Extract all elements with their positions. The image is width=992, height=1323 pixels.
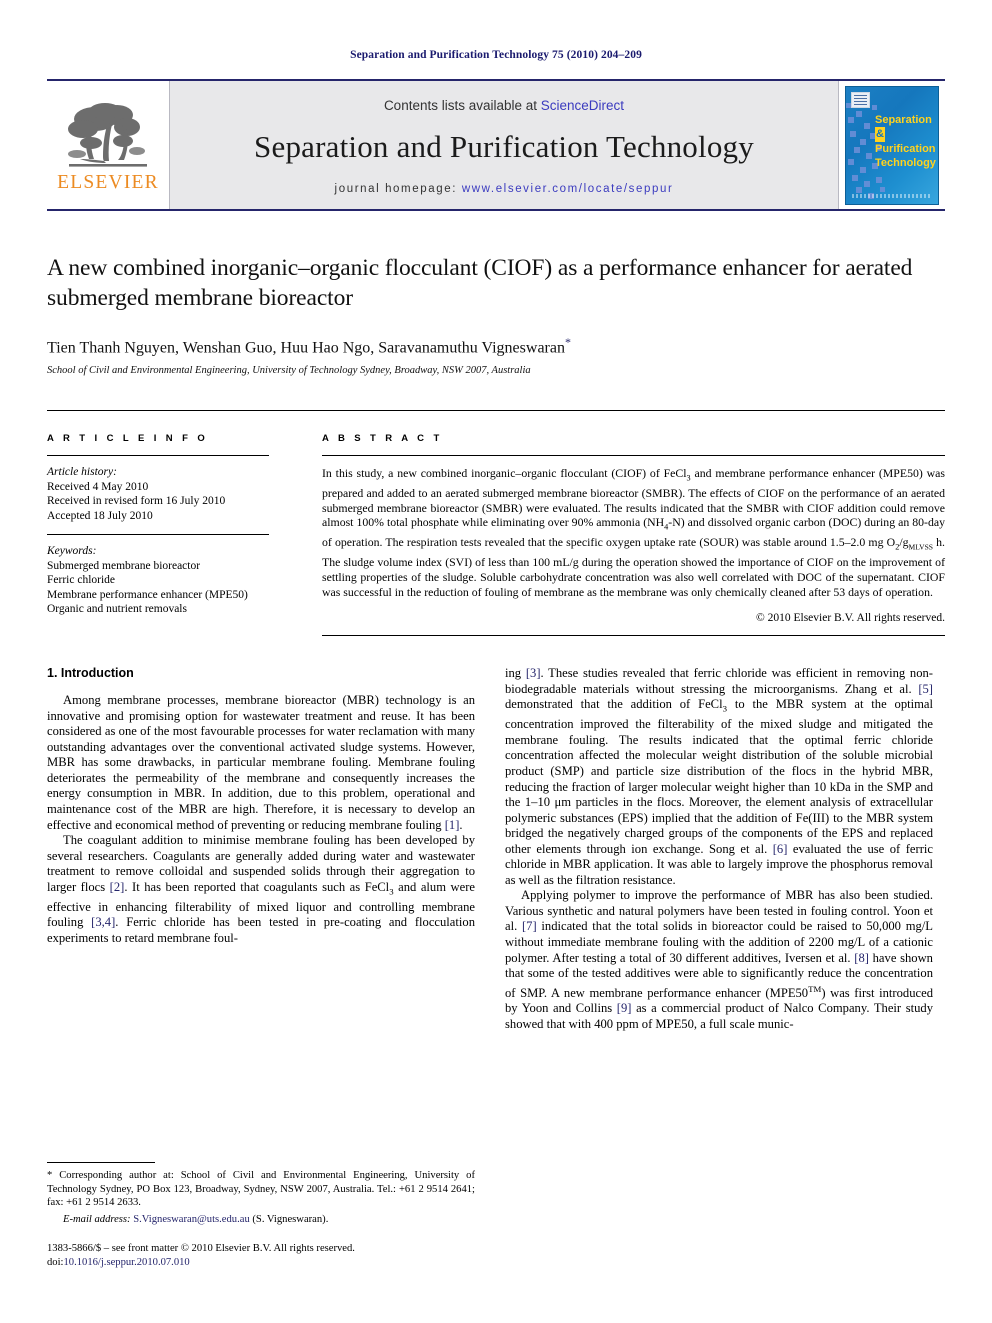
keywords-rule xyxy=(47,534,269,536)
cover-title-text: Separation &Purification Technology xyxy=(875,113,936,171)
para1-text-b: . xyxy=(459,817,463,832)
paragraph: ing [3]. These studies revealed that fer… xyxy=(505,666,933,888)
cover-elsevier-mark-icon xyxy=(851,91,870,108)
abstract-sub-mlvss: MLVSS xyxy=(908,542,933,552)
para1-text-a: Among membrane processes, membrane biore… xyxy=(47,693,475,832)
para2-cont-b: . These studies revealed that ferric chl… xyxy=(505,666,933,696)
journal-article-page: Separation and Purification Technology 7… xyxy=(0,0,992,1323)
citation-ref[interactable]: [1] xyxy=(445,818,460,832)
article-history-label: Article history: xyxy=(47,466,117,479)
citation-ref[interactable]: [8] xyxy=(854,951,869,965)
journal-masthead: ELSEVIER Contents lists available at Sci… xyxy=(47,79,945,211)
paragraph: Among membrane processes, membrane biore… xyxy=(47,693,475,833)
history-received: Received 4 May 2010 xyxy=(47,480,149,493)
body-right-column: ing [3]. These studies revealed that fer… xyxy=(505,666,933,1032)
cover-ampersand: & xyxy=(875,127,885,142)
citation-ref[interactable]: [2] xyxy=(110,880,125,894)
issn-frontmatter-line: 1383-5866/$ – see front matter © 2010 El… xyxy=(47,1243,355,1255)
keywords-group: Keywords: Submerged membrane bioreactor … xyxy=(47,544,269,617)
running-head: Separation and Purification Technology 7… xyxy=(350,49,642,61)
section-heading-introduction: 1. Introduction xyxy=(47,666,134,681)
para2-cont-d: to the MBR system at the optimal concent… xyxy=(505,697,934,856)
article-history-group: Article history: Received 4 May 2010 Rec… xyxy=(47,465,269,523)
citation-ref[interactable]: [3,4] xyxy=(91,915,115,929)
abstract-part-1: In this study, a new combined inorganic–… xyxy=(322,466,687,481)
info-abstract-section: A R T I C L E I N F O Article history: R… xyxy=(47,410,945,637)
keyword-item: Submerged membrane bioreactor xyxy=(47,559,201,572)
elsevier-tree-icon xyxy=(68,102,147,167)
abstract-part-4: /g xyxy=(899,535,909,550)
homepage-label: journal homepage: xyxy=(334,182,458,195)
cover-image: Separation &Purification Technology xyxy=(845,85,939,205)
elsevier-wordmark: ELSEVIER xyxy=(57,171,159,193)
email-label: E-mail address: xyxy=(63,1213,131,1225)
email-note: E-mail address: S.Vigneswaran@uts.edu.au… xyxy=(47,1213,475,1226)
cover-line-1: Separation xyxy=(875,113,932,126)
cover-line-3: Technology xyxy=(875,157,936,169)
keyword-item: Ferric chloride xyxy=(47,574,116,587)
frontmatter-block: 1383-5866/$ – see front matter © 2010 El… xyxy=(47,1242,475,1269)
citation-ref[interactable]: [6] xyxy=(773,842,788,856)
corresponding-author-note: * Corresponding author at: School of Civ… xyxy=(47,1169,475,1209)
citation-ref[interactable]: [9] xyxy=(617,1001,632,1015)
cover-footer-strip xyxy=(852,193,930,198)
history-revised: Received in revised form 16 July 2010 xyxy=(47,495,226,508)
abstract-rule xyxy=(322,455,945,457)
abstract-copyright: © 2010 Elsevier B.V. All rights reserved… xyxy=(756,612,945,625)
para2-text-b: . It has been reported that coagulants s… xyxy=(124,879,390,894)
sciencedirect-link[interactable]: ScienceDirect xyxy=(541,98,624,113)
contents-available-line: Contents lists available at ScienceDirec… xyxy=(384,98,624,113)
article-info-heading: A R T I C L E I N F O xyxy=(47,433,209,445)
article-info-column: A R T I C L E I N F O Article history: R… xyxy=(47,411,297,636)
para3-trademark-sup: TM xyxy=(808,983,822,994)
keywords-label: Keywords: xyxy=(47,545,97,558)
author-list: Tien Thanh Nguyen, Wenshan Guo, Huu Hao … xyxy=(47,335,945,357)
abstract-text: In this study, a new combined inorganic–… xyxy=(322,466,945,599)
paragraph: Applying polymer to improve the performa… xyxy=(505,888,933,1032)
keyword-item: Membrane performance enhancer (MPE50) xyxy=(47,588,248,601)
para2-cont-a: ing xyxy=(505,666,526,681)
author-email-link[interactable]: S.Vigneswaran@uts.edu.au xyxy=(133,1214,250,1225)
masthead-center: Contents lists available at ScienceDirec… xyxy=(169,81,839,209)
history-accepted: Accepted 18 July 2010 xyxy=(47,509,153,522)
title-block: A new combined inorganic–organic floccul… xyxy=(47,253,945,376)
doi-line: doi:10.1016/j.seppur.2010.07.010 xyxy=(47,1256,475,1269)
paragraph: The coagulant addition to minimise membr… xyxy=(47,833,475,946)
journal-homepage-line: journal homepage: www.elsevier.com/locat… xyxy=(335,183,674,195)
contents-prefix: Contents lists available at xyxy=(383,97,541,113)
author-names: Tien Thanh Nguyen, Wenshan Guo, Huu Hao … xyxy=(47,339,565,357)
footnote-divider xyxy=(47,1162,155,1164)
citation-ref[interactable]: [3] xyxy=(526,666,541,680)
page-title: A new combined inorganic–organic floccul… xyxy=(47,255,913,311)
email-suffix: (S. Vigneswaran). xyxy=(249,1213,329,1225)
affiliation: School of Civil and Environmental Engine… xyxy=(47,365,531,377)
cover-line-2: Purification xyxy=(875,142,936,155)
homepage-url-link[interactable]: www.elsevier.com/locate/seppur xyxy=(462,183,674,195)
body-left-column: 1. Introduction Among membrane processes… xyxy=(47,666,475,1032)
citation-ref[interactable]: [5] xyxy=(918,682,933,696)
abstract-heading: A B S T R A C T xyxy=(322,433,443,445)
doi-label: doi: xyxy=(47,1256,64,1268)
citation-ref[interactable]: [7] xyxy=(522,919,537,933)
footnote-block: * Corresponding author at: School of Civ… xyxy=(47,1162,475,1269)
journal-cover-thumbnail: Separation &Purification Technology xyxy=(839,81,945,209)
corresponding-author-text: Corresponding author at: School of Civil… xyxy=(47,1170,475,1208)
keyword-item: Organic and nutrient removals xyxy=(47,603,187,616)
elsevier-logo: ELSEVIER xyxy=(47,81,169,209)
para2-cont-c: demonstrated that the addition of FeCl xyxy=(505,697,723,712)
article-info-rule xyxy=(47,455,269,457)
body-columns: 1. Introduction Among membrane processes… xyxy=(47,666,945,1032)
doi-link[interactable]: 10.1016/j.seppur.2010.07.010 xyxy=(63,1257,189,1268)
journal-title: Separation and Purification Technology xyxy=(254,128,754,164)
corresponding-author-marker: * xyxy=(564,335,571,349)
abstract-bottom-rule xyxy=(322,635,945,637)
abstract-column: A B S T R A C T In this study, a new com… xyxy=(297,411,945,637)
